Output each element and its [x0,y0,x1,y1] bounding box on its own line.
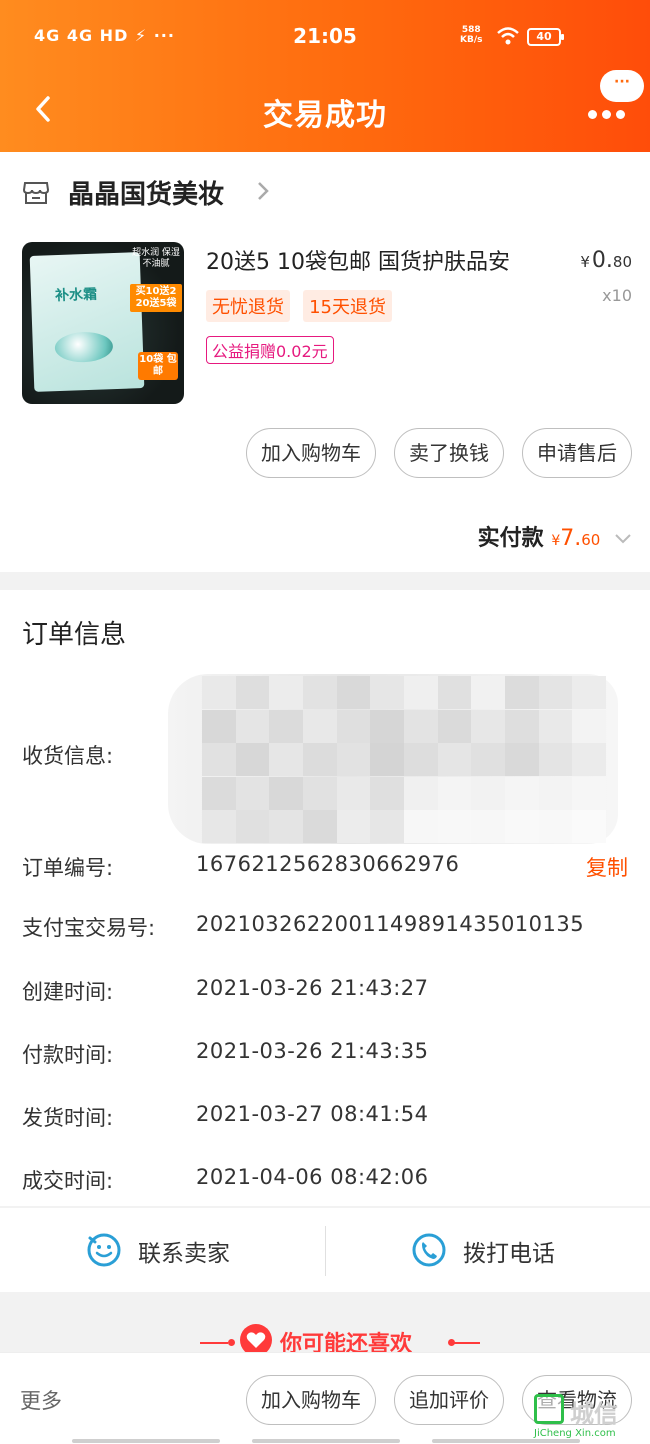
network-speed: 588 KB/s [460,25,482,45]
alipay-trade-value: 2021032622001149891435010135 [196,912,585,936]
created-time-value: 2021-03-26 21:43:27 [196,976,429,1000]
completed-time-label: 成交时间: [22,1169,114,1193]
badge-15-day-return: 15天退货 [303,290,392,322]
paid-label: 实付款 [477,526,544,551]
order-number-value: 1676212562830662976 [196,852,460,876]
pack-title: 补水霜 [54,286,98,305]
address-mosaic [202,676,606,844]
product-image[interactable]: 补水霜 超水润 保湿 不油腻 买10送2 20送5袋 10袋 包邮 [22,242,184,404]
contact-bar: 联系卖家 拨打电话 [0,1208,650,1292]
resell-button[interactable]: 卖了换钱 [394,428,504,478]
call-phone-button[interactable]: 拨打电话 [325,1208,650,1292]
shop-name[interactable]: 晶晶国货美妆 [68,174,224,211]
chevron-down-icon[interactable] [614,533,632,545]
watermark-sub: JiCheng Xin.com [534,1428,616,1439]
contact-seller-label: 联系卖家 [138,1241,230,1267]
payment-time-label: 付款时间: [22,1043,114,1067]
order-info-card: 订单信息 收货信息: 订单编号: 1676212562830662976 复制 … [0,590,650,1206]
order-detail-page: 4G 4G HD ⚡ ··· 21:05 588 KB/s 40 交易成功 ··… [0,0,650,1444]
paid-int: 7. [560,526,582,551]
image-promo-tag: 买10送2 20送5袋 [130,284,182,312]
battery-icon: 40 [527,28,564,46]
phone-icon [412,1233,446,1267]
shipping-info-label: 收货信息: [22,744,114,768]
contact-seller-button[interactable]: 联系卖家 [0,1208,325,1292]
payment-time-value: 2021-03-26 21:43:35 [196,1039,429,1063]
status-bar: 4G 4G HD ⚡ ··· 21:05 588 KB/s 40 [0,22,650,56]
call-phone-label: 拨打电话 [463,1241,555,1267]
charity-badge: 公益捐赠0.02元 [206,336,334,364]
recommend-divider-left [200,1342,228,1344]
shipped-time-value: 2021-03-27 08:41:54 [196,1102,429,1126]
paid-amount[interactable]: 实付款 ¥7.60 [478,520,632,552]
alipay-trade-label: 支付宝交易号: [22,916,156,940]
page-title: 交易成功 [263,98,387,133]
watermark-logo-icon [534,1394,564,1424]
add-review-button[interactable]: 追加评价 [394,1375,504,1425]
network-speed-unit: KB/s [460,35,483,45]
shipped-time-label: 发货时间: [22,1106,114,1130]
wifi-icon [497,27,519,45]
order-info-title: 订单信息 [22,620,127,650]
paid-value: ¥7.60 [551,526,600,551]
badge-worry-free-return: 无忧退货 [206,290,290,322]
add-to-cart-button[interactable]: 加入购物车 [246,428,376,478]
after-sale-button[interactable]: 申请售后 [522,428,632,478]
created-time-label: 创建时间: [22,980,114,1004]
watermark-text: 城信 [570,1400,618,1428]
product-title[interactable]: 20送5 10袋包邮 国货护肤品安 [206,244,551,276]
header: 4G 4G HD ⚡ ··· 21:05 588 KB/s 40 交易成功 ··… [0,0,650,152]
cream-drop [54,331,114,364]
network-speed-value: 588 [461,25,481,35]
completed-time-value: 2021-04-06 08:42:06 [196,1165,429,1189]
price-symbol: ¥ [580,253,590,271]
copy-button[interactable]: 复制 [586,852,628,882]
recommend-dot-left [228,1339,235,1346]
bottom-add-to-cart-button[interactable]: 加入购物车 [246,1375,376,1425]
more-button[interactable]: 更多 [20,1385,62,1415]
product-pack: 补水霜 [29,252,145,392]
more-dots-icon [588,104,630,123]
shop-icon [22,182,50,204]
service-badges: 无忧退货 15天退货 [206,290,400,322]
price-int: 0. [591,248,613,273]
product-card: 晶晶国货美妆 补水霜 超水润 保湿 不油腻 买10送2 20送5袋 10袋 包邮… [0,152,650,572]
chat-smile-icon [87,1233,121,1267]
site-watermark: 城信 JiCheng Xin.com [532,1392,650,1444]
product-quantity: x10 [602,286,632,305]
image-top-tag: 超水润 保湿 不油腻 [132,248,180,269]
image-bag-tag: 10袋 包邮 [138,352,178,380]
gesture-bar-left [72,1439,220,1443]
more-menu-button[interactable]: ··· [586,70,644,124]
product-price: ¥0.80 [580,248,632,273]
gesture-bar-center [252,1439,400,1443]
message-bubble-icon: ··· [600,70,644,102]
price-dec: 80 [612,253,632,271]
paid-dec: 60 [581,531,601,549]
product-action-buttons: 加入购物车 卖了换钱 申请售后 [228,428,632,478]
chevron-right-icon[interactable] [256,180,270,202]
paid-symbol: ¥ [551,533,561,549]
recommend-divider-right [452,1342,480,1344]
order-number-label: 订单编号: [22,856,114,880]
